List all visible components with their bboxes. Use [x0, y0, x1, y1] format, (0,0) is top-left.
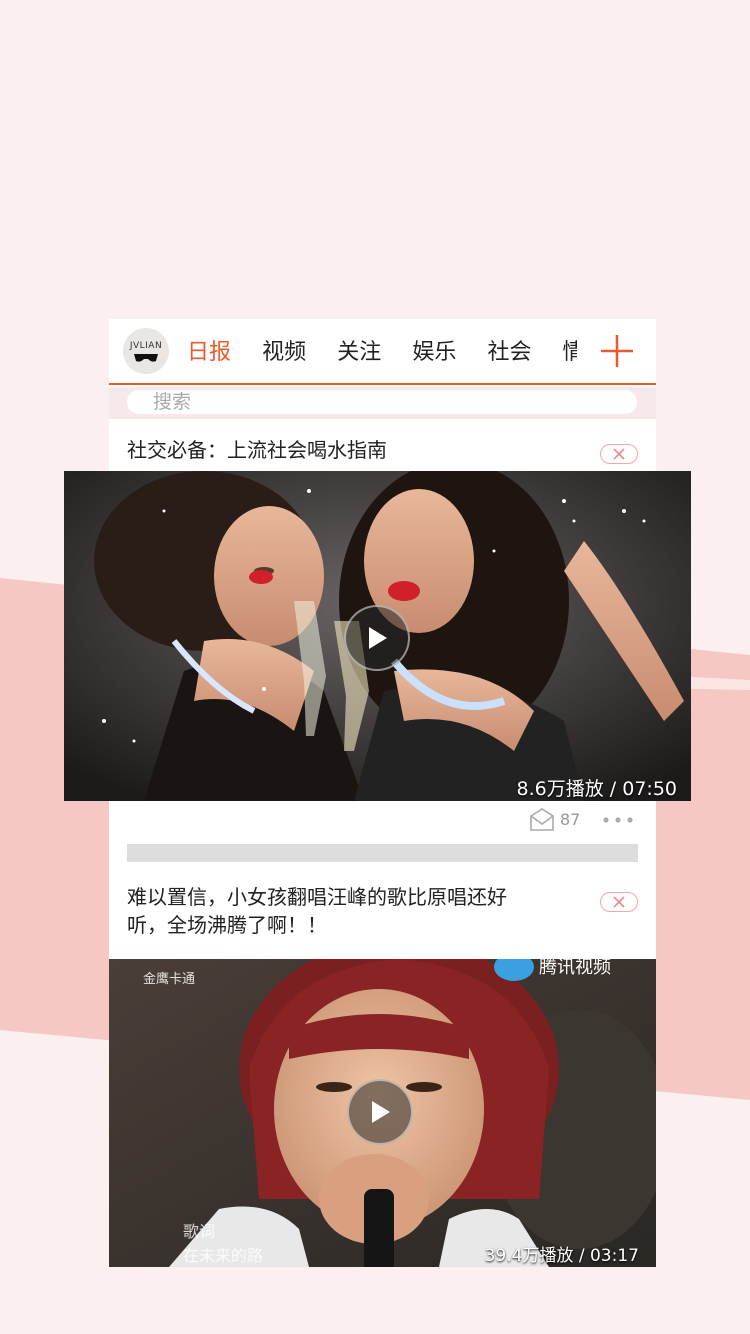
close-icon	[613, 448, 625, 460]
search-input[interactable]: 搜索	[127, 390, 637, 414]
tab-video[interactable]: 视频	[262, 337, 306, 369]
dismiss-button[interactable]	[600, 892, 638, 912]
comment-count: 87	[560, 810, 581, 829]
section-divider	[127, 844, 638, 862]
comment-icon[interactable]	[529, 806, 555, 832]
tab-follow[interactable]: 关注	[337, 337, 381, 369]
category-tabs: 日报 视频 关注 娱乐 社会 情感	[187, 337, 577, 369]
sunglasses-icon	[134, 354, 158, 362]
card-title-line2[interactable]: 听，全场沸腾了啊！！	[127, 911, 327, 939]
close-icon	[613, 896, 625, 908]
watermark-right: 腾讯视频	[539, 959, 611, 977]
video-views-duration: 8.6万播放 / 07:50	[516, 778, 677, 800]
plus-icon[interactable]	[599, 333, 635, 369]
video-thumbnail[interactable]: 腾讯视频 金鹰卡通 歌词 在未来的路 39.4万播放 / 03:17	[109, 959, 656, 1267]
lyric-caption-1: 歌词	[183, 1223, 215, 1241]
lyric-caption-2: 在未来的路	[183, 1247, 263, 1265]
card-title[interactable]: 社交必备：上流社会喝水指南	[127, 436, 387, 464]
app-screen: JVLIAN 日报 视频 关注 娱乐 社会 情感 搜索 社交必备：上流社会喝水指…	[64, 319, 691, 1267]
top-tab-bar: JVLIAN 日报 视频 关注 娱乐 社会 情感	[109, 319, 656, 385]
logo-text: JVLIAN	[129, 341, 163, 351]
more-options-icon[interactable]	[602, 816, 636, 824]
play-icon	[369, 627, 387, 649]
tab-emotion[interactable]: 情感	[563, 337, 577, 369]
video-thumbnail[interactable]: 8.6万播放 / 07:50	[64, 471, 691, 801]
play-button[interactable]	[347, 1079, 413, 1145]
app-logo[interactable]: JVLIAN	[123, 328, 169, 374]
play-button[interactable]	[344, 605, 410, 671]
video-views-duration: 39.4万播放 / 03:17	[484, 1246, 639, 1266]
tab-daily[interactable]: 日报	[187, 337, 231, 369]
dismiss-button[interactable]	[600, 444, 638, 464]
card-title-line1[interactable]: 难以置信，小女孩翻唱汪峰的歌比原唱还好	[127, 883, 507, 911]
search-placeholder: 搜索	[153, 391, 192, 413]
watermark-left: 金鹰卡通	[143, 971, 195, 986]
tab-entertainment[interactable]: 娱乐	[412, 337, 456, 369]
play-icon	[372, 1101, 390, 1123]
tab-society[interactable]: 社会	[487, 337, 531, 369]
search-bar: 搜索	[109, 387, 656, 419]
